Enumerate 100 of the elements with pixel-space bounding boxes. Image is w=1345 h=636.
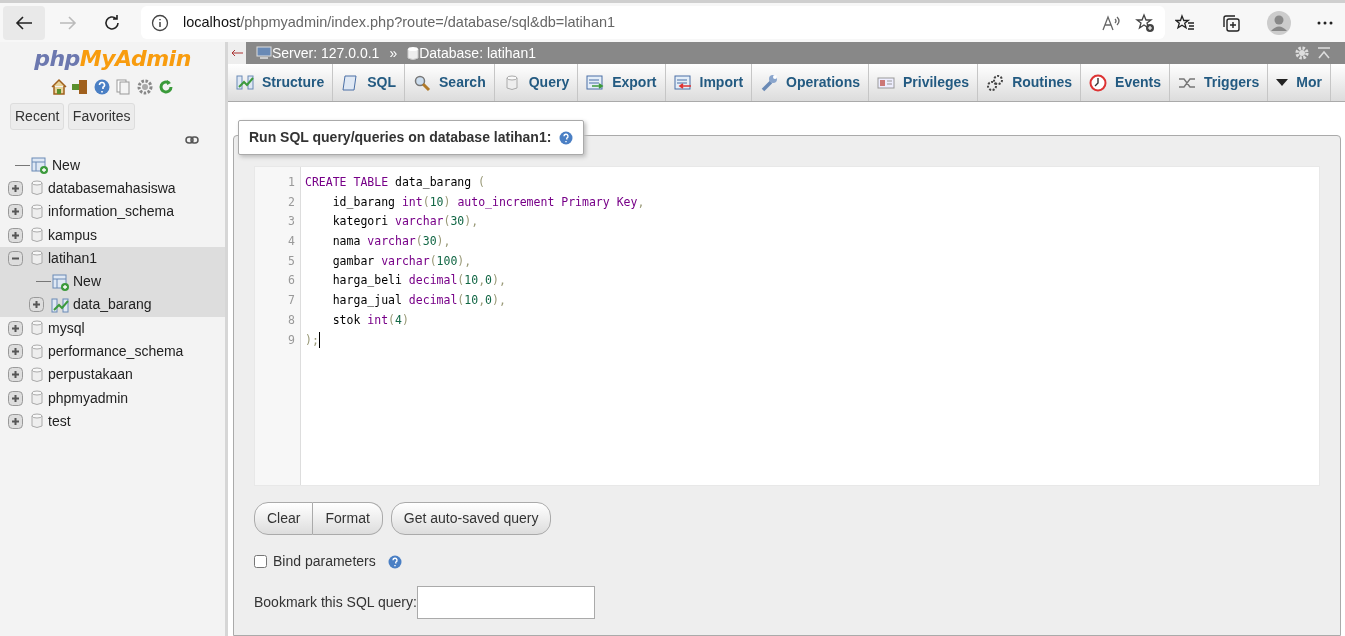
tab[interactable]: Query (494, 64, 579, 101)
expand-icon[interactable] (8, 320, 23, 336)
tree-item-label[interactable]: phpmyadmin (48, 387, 129, 409)
line-number: 8 (287, 311, 296, 329)
expand-icon[interactable] (8, 180, 23, 196)
structure-icon (236, 73, 254, 92)
database-icon (30, 227, 44, 244)
star-add-icon[interactable] (1135, 12, 1155, 33)
tree-row[interactable]: mysql (0, 316, 225, 340)
server-icon (256, 46, 272, 60)
help-icon[interactable] (92, 77, 111, 96)
bookmark-field[interactable] (416, 586, 595, 619)
exit-icon[interactable] (71, 77, 90, 96)
collapse-icon[interactable] (8, 250, 23, 266)
tree-row[interactable]: perpustakaan (0, 363, 225, 387)
import-icon (673, 73, 692, 92)
breadcrumb-link[interactable]: Server: 127.0.0.1 (272, 42, 380, 64)
tree-item-label[interactable]: kampus (48, 224, 98, 246)
tree-item-label[interactable]: databasemahasiswa (48, 177, 176, 199)
favorites-icon[interactable] (1175, 13, 1195, 32)
tree-item-label[interactable]: test (48, 410, 71, 432)
expand-icon[interactable] (8, 390, 23, 406)
more-icon[interactable] (1317, 20, 1333, 25)
line-number: 1 (287, 174, 296, 191)
tree-item-label[interactable]: information_schema (48, 201, 175, 223)
expand-icon[interactable] (8, 344, 23, 359)
tab[interactable]: Events (1081, 64, 1170, 101)
logo[interactable]: phpMyAdmin (0, 42, 225, 74)
code-line: gambar varchar(100), (331, 252, 473, 270)
code-line: harga_jual decimal(10,0), (331, 292, 507, 310)
query-button[interactable]: Get auto-saved query (390, 502, 552, 535)
script-icon (341, 73, 360, 92)
code-line: ); (305, 331, 321, 350)
database-icon (30, 390, 44, 407)
read-aloud-icon[interactable] (1101, 13, 1121, 32)
tab[interactable]: Operations (752, 64, 869, 101)
tree-item-label[interactable]: New (73, 271, 101, 293)
tree-item-label[interactable]: New (52, 154, 80, 176)
database-icon (30, 203, 44, 220)
tab[interactable]: Import (665, 64, 753, 101)
tree-row[interactable]: test (0, 409, 225, 434)
tree-row[interactable]: phpmyadmin (0, 386, 225, 410)
back-button[interactable] (3, 5, 45, 40)
tab[interactable]: Export (578, 64, 666, 101)
field-label: Bookmark this SQL query: (254, 593, 417, 612)
tree-row[interactable]: performance_schema (0, 339, 225, 364)
database-icon (30, 366, 44, 383)
line-number: 6 (287, 272, 296, 290)
line-number: 3 (287, 213, 296, 231)
address-bar[interactable]: localhost/phpmyadmin/index.php?route=/database/sql&db=latihan1 (141, 6, 1165, 39)
expand-icon[interactable] (29, 297, 44, 313)
help-icon[interactable] (387, 554, 402, 569)
code-line: stok int(4) (331, 311, 410, 329)
expand-icon[interactable] (8, 227, 23, 243)
database-icon (30, 343, 44, 360)
settings-icon[interactable] (135, 77, 154, 96)
tree-item-label[interactable]: perpustakaan (48, 364, 133, 386)
expand-icon[interactable] (8, 367, 23, 383)
left-arrow-icon (231, 49, 243, 57)
tab[interactable]: SQL (333, 64, 405, 101)
profile-icon[interactable] (1267, 10, 1291, 35)
code-line: harga_beli decimal(10,0), (331, 272, 507, 290)
reload-icon (103, 13, 121, 32)
tab[interactable]: Triggers (1169, 64, 1269, 101)
database-icon (407, 46, 420, 60)
tree-row[interactable]: kampus (0, 223, 225, 247)
checkbox[interactable] (254, 555, 267, 568)
code-line: CREATE TABLE data_barang ( (305, 174, 487, 191)
tree-item-label[interactable]: data_barang (73, 294, 152, 316)
tab[interactable]: Privileges (869, 64, 979, 101)
tab[interactable]: Structure (228, 64, 334, 101)
expand-icon[interactable] (8, 204, 23, 220)
sidebar-button[interactable]: Recent (10, 102, 65, 130)
clock-icon (1089, 73, 1108, 92)
collections-icon[interactable] (1221, 12, 1241, 33)
tree-item-label[interactable]: performance_schema (48, 341, 184, 362)
tab[interactable]: Mor (1268, 64, 1331, 101)
help-icon[interactable] (559, 130, 574, 145)
tree-row[interactable]: databasemahasiswa (0, 176, 225, 201)
line-number: 7 (287, 292, 296, 310)
tree-item-label[interactable]: latihan1 (48, 247, 98, 269)
sidebar-button[interactable]: Favorites (67, 102, 136, 130)
expand-icon[interactable] (8, 413, 23, 429)
query-button[interactable]: Clear (254, 502, 314, 535)
code-line: id_barang int(10) auto_increment Primary Key, (331, 193, 645, 211)
wrench-icon (760, 73, 779, 92)
panel-title: Run SQL query/queries on database latihan1: (249, 128, 552, 147)
link-icon[interactable] (185, 135, 199, 144)
settings-icon[interactable] (1294, 45, 1310, 61)
breadcrumb-link[interactable]: Database: latihan1 (419, 42, 536, 64)
tab[interactable]: Search (405, 64, 495, 101)
tree-row[interactable]: information_schema (0, 200, 225, 224)
query-button[interactable]: Format (313, 502, 383, 535)
table-icon (51, 296, 69, 313)
database-icon (30, 320, 44, 337)
collapse-up-icon[interactable] (1317, 46, 1331, 60)
line-number: 2 (287, 193, 296, 211)
tree-item-label[interactable]: mysql (48, 317, 85, 339)
tab[interactable]: Routines (978, 64, 1082, 101)
home-icon[interactable] (49, 77, 68, 96)
